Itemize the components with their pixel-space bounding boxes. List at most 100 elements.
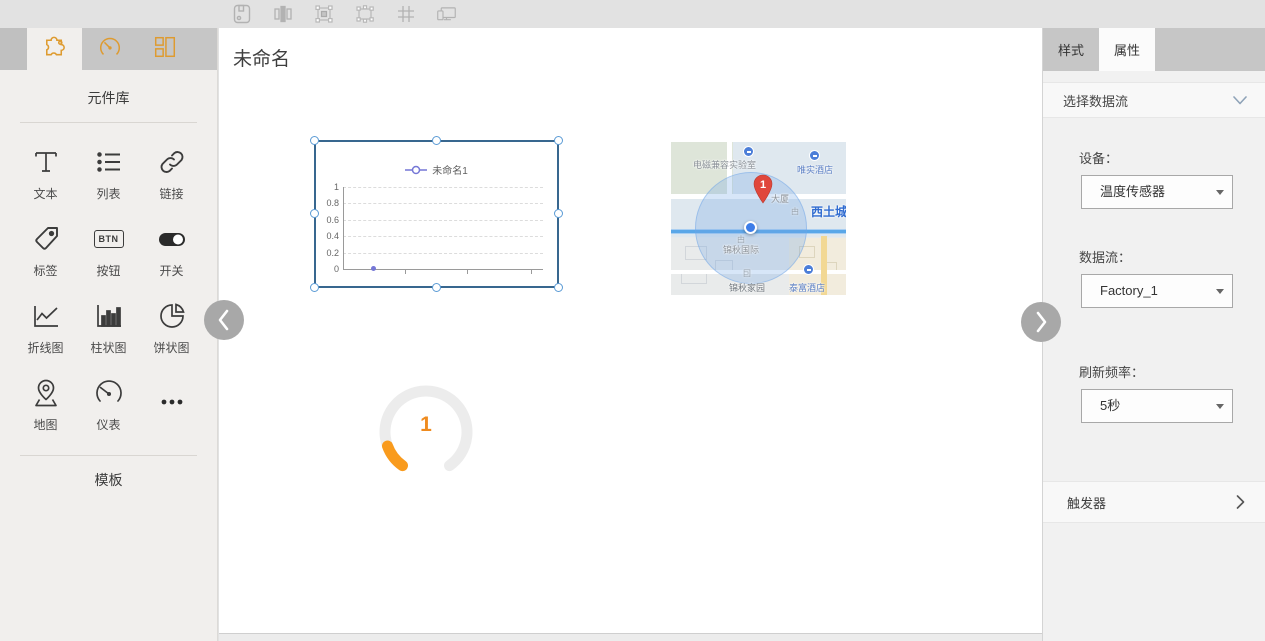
line-chart-widget[interactable]: 未命名1 1 0.8 0.6 0.4 0.2 0 (314, 140, 559, 288)
map-label-lab: 电磁兼容实验室 (693, 158, 756, 171)
component-switch[interactable]: 开关 (140, 212, 203, 289)
ungroup-icon[interactable] (354, 4, 375, 25)
sidebar-tab-bar (0, 28, 217, 70)
tab-style[interactable]: 样式 (1043, 28, 1099, 71)
resize-handle-e[interactable] (554, 209, 563, 218)
tab-style-label: 样式 (1058, 40, 1084, 59)
component-button[interactable]: BTN 按钮 (77, 212, 140, 289)
tag-icon (30, 222, 62, 256)
component-link[interactable]: 链接 (140, 135, 203, 212)
component-list[interactable]: 列表 (77, 135, 140, 212)
refresh-select-value: 5秒 (1100, 398, 1120, 413)
list-icon (93, 145, 125, 179)
component-label: 开关 (159, 262, 183, 279)
component-tag[interactable]: 标签 (14, 212, 77, 289)
transit-icon: 甴 (791, 206, 799, 217)
datastream-select[interactable]: Factory_1 (1081, 274, 1233, 308)
templates-title: 模板 (0, 456, 217, 504)
library-title: 元件库 (0, 70, 217, 122)
properties-panel: 样式 属性 选择数据流 设备： 温度传感器 数据流： Factory_1 刷新频… (1042, 28, 1265, 641)
gauge-widget[interactable]: 1 (379, 385, 473, 479)
component-label: 链接 (159, 185, 183, 202)
distribute-columns-icon[interactable] (272, 4, 293, 25)
dropdown-arrow-icon (1216, 289, 1224, 294)
line-chart-icon (30, 299, 62, 333)
data-point (371, 266, 376, 271)
horizontal-scrollbar[interactable] (219, 633, 1042, 641)
building-icon: 囙 (743, 268, 751, 279)
more-icon (156, 385, 188, 419)
pie-chart-icon (156, 299, 188, 333)
component-gauge[interactable]: 仪表 (77, 366, 140, 443)
gridline (343, 253, 543, 254)
group-icon[interactable] (313, 4, 334, 25)
component-label: 标签 (33, 262, 57, 279)
x-tick (405, 270, 406, 274)
devices-preview-icon[interactable] (436, 4, 457, 25)
trigger-section-title: 触发器 (1067, 493, 1106, 512)
sidebar-tab-filler (192, 28, 217, 70)
y-tick: 1 (316, 182, 339, 192)
component-label: 列表 (96, 185, 120, 202)
save-icon[interactable] (231, 4, 252, 25)
component-pie-chart[interactable]: 饼状图 (140, 289, 203, 366)
bar-chart-icon (93, 299, 125, 333)
tab-components[interactable] (27, 28, 82, 70)
design-canvas[interactable]: 未命名 未命名1 1 0.8 0.6 0.4 0.2 0 (219, 28, 1042, 641)
component-label: 柱状图 (90, 339, 126, 356)
collapse-panel-button[interactable] (1021, 302, 1061, 342)
tab-gauges[interactable] (82, 28, 137, 70)
map-label-road: 西土城 (811, 203, 846, 220)
resize-handle-n[interactable] (432, 136, 441, 145)
resize-handle-w[interactable] (310, 209, 319, 218)
trigger-section-header[interactable]: 触发器 (1043, 481, 1265, 523)
gauge-tab-icon (97, 34, 123, 65)
refresh-field-label: 刷新频率： (1079, 362, 1265, 381)
component-map[interactable]: 地图 (14, 366, 77, 443)
button-icon: BTN (94, 222, 124, 256)
dropdown-arrow-icon (1216, 404, 1224, 409)
chevron-right-icon (1033, 311, 1049, 333)
map-marker-value: 1 (760, 179, 766, 191)
grid-icon[interactable] (395, 4, 416, 25)
layout-tab-icon (152, 34, 178, 65)
resize-handle-se[interactable] (554, 283, 563, 292)
component-bar-chart[interactable]: 柱状图 (77, 289, 140, 366)
map-widget[interactable]: 电磁兼容实验室 唯实酒店 大厦 西土城 甴 甴 锦秋国际 囙 锦秋家园 泰富酒店… (671, 142, 846, 295)
device-select[interactable]: 温度传感器 (1081, 175, 1233, 209)
y-tick: 0.8 (316, 198, 339, 208)
refresh-select[interactable]: 5秒 (1081, 389, 1233, 423)
chevron-left-icon (216, 309, 232, 331)
puzzle-icon (41, 33, 68, 65)
component-text[interactable]: 文本 (14, 135, 77, 212)
component-line-chart[interactable]: 折线图 (14, 289, 77, 366)
map-marker-pin: 1 (752, 174, 774, 204)
link-icon (156, 145, 188, 179)
datastream-section-header[interactable]: 选择数据流 (1043, 82, 1265, 118)
component-sidebar: 元件库 文本 (0, 28, 218, 641)
legend-label: 未命名1 (432, 162, 468, 177)
tab-layouts[interactable] (137, 28, 192, 70)
resize-handle-nw[interactable] (310, 136, 319, 145)
app-window: 元件库 文本 (0, 0, 1265, 641)
tab-properties-label: 属性 (1114, 40, 1140, 59)
y-tick: 0.4 (316, 231, 339, 241)
tab-properties[interactable]: 属性 (1099, 28, 1155, 71)
component-more[interactable] (140, 366, 203, 443)
y-tick: 0 (316, 264, 339, 274)
resize-handle-s[interactable] (432, 283, 441, 292)
gridline (343, 203, 543, 204)
panel-tab-bar: 样式 属性 (1043, 28, 1265, 71)
text-icon (30, 145, 62, 179)
component-label: 文本 (33, 185, 57, 202)
resize-handle-sw[interactable] (310, 283, 319, 292)
collapse-sidebar-button[interactable] (204, 300, 244, 340)
datastream-select-value: Factory_1 (1100, 283, 1158, 298)
map-label-intl: 锦秋国际 (723, 243, 759, 256)
component-label: 折线图 (27, 339, 63, 356)
device-select-value: 温度传感器 (1100, 184, 1165, 199)
map-location-dot (744, 221, 757, 234)
y-axis (343, 187, 344, 269)
map-icon (30, 376, 62, 410)
resize-handle-ne[interactable] (554, 136, 563, 145)
